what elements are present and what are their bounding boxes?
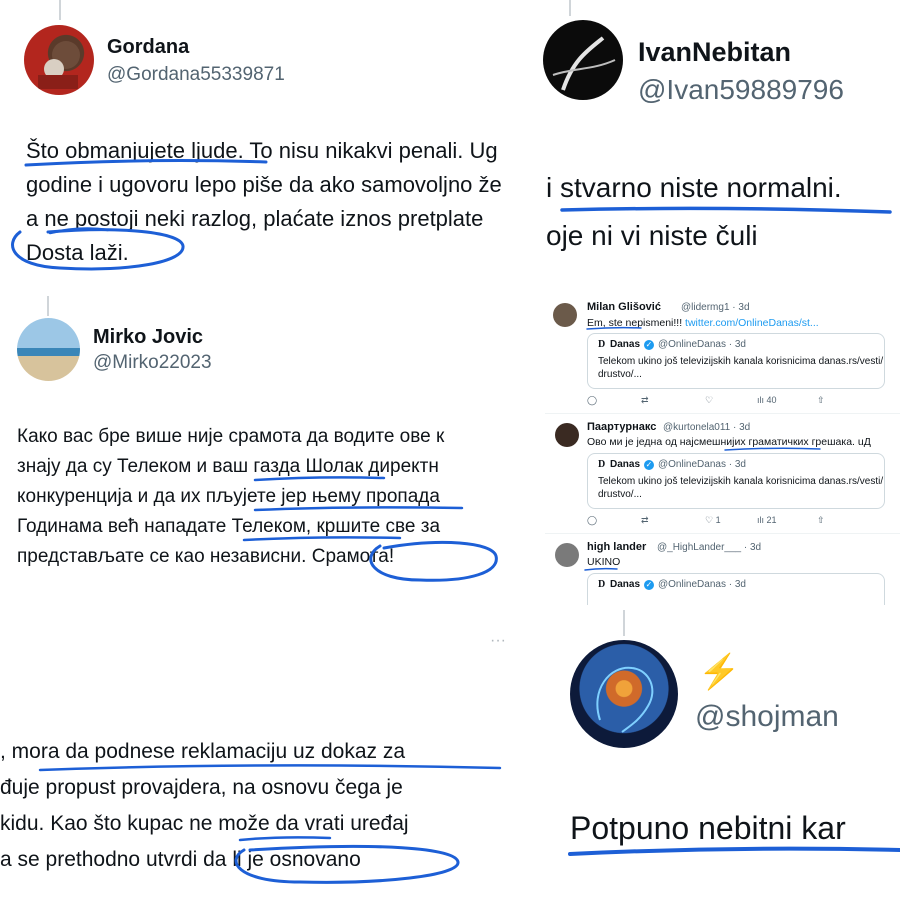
user-handle[interactable]: @Ivan59889796 (638, 74, 844, 106)
quote-text-line: Telekom ukino još televizijskih kanala k… (598, 476, 884, 487)
quoted-tweet[interactable]: D Danas ✓ @OnlineDanas · 3d Telekom ukin… (587, 333, 885, 389)
tweet-text-line: Годинама већ нападате Телеком, кршите св… (17, 516, 441, 537)
reply-author[interactable]: Milan Glišović (587, 301, 661, 313)
tweet-text-line: Dosta laži. (26, 240, 129, 265)
share-icon[interactable]: ⇧ (817, 515, 825, 526)
verified-badge-icon: ✓ (644, 340, 654, 350)
views-icon[interactable]: ılı 40 (757, 395, 777, 405)
avatar-image (552, 36, 616, 91)
views-count: 21 (766, 515, 777, 525)
danas-logo-icon: D (598, 579, 606, 590)
tweet-card-mirko-jovic: Mirko Jovic @Mirko22023 Како вас бре виш… (0, 290, 540, 600)
avatar[interactable] (555, 543, 579, 567)
avatar[interactable] (543, 20, 623, 100)
more-options-icon[interactable]: ··· (490, 632, 506, 650)
like-icon[interactable]: ♡ (705, 395, 713, 406)
avatar-image (596, 666, 654, 733)
thread-line (569, 0, 571, 16)
retweet-icon[interactable]: ⇄ (641, 515, 649, 526)
reply-icon[interactable]: ◯ (587, 515, 597, 526)
quote-handle-time: @OnlineDanas · 3d (658, 579, 746, 590)
quote-text-line: drustvo/... (598, 489, 642, 500)
avatar[interactable] (570, 640, 678, 748)
danas-logo-icon: D (598, 339, 606, 350)
tweet-text-line: Како вас бре више није срамота да водите… (17, 426, 445, 447)
reply-text: UKINO (587, 556, 621, 568)
tweet-text-line: a se prethodno utvrdi da li je osnovano (0, 848, 361, 871)
reply-handle-time[interactable]: @lidermg1 · 3d (681, 302, 750, 313)
display-name[interactable]: Mirko Jovic (93, 326, 203, 349)
tweet-card-shojman: ⚡ @shojman Potpuno nebitni kar (545, 610, 900, 900)
quote-handle-time: @OnlineDanas · 3d (658, 339, 746, 350)
avatar[interactable] (553, 303, 577, 327)
tweet-text-line: a ne postoji neki razlog, plaćate iznos … (26, 206, 484, 231)
user-handle[interactable]: @Gordana55339871 (107, 64, 285, 86)
divider (545, 413, 900, 414)
quoted-tweet[interactable]: D Danas ✓ @OnlineDanas · 3d (587, 573, 885, 605)
reply-thread: Milan Glišović @lidermg1 · 3d Em, ste ne… (545, 295, 900, 605)
divider (545, 533, 900, 534)
quote-text-line: Telekom ukino još televizijskih kanala k… (598, 356, 884, 367)
display-name[interactable]: IvanNebitan (638, 37, 791, 68)
tweet-text-line: представљате се као независни. Срамота! (17, 546, 395, 567)
tweet-text-line: oje ni vi niste čuli (546, 220, 758, 251)
share-icon[interactable]: ⇧ (817, 395, 825, 406)
avatar-image (38, 41, 80, 89)
thread-line (623, 610, 625, 636)
tweet-card-ivannebitan: IvanNebitan @Ivan59889796 i stvarno nist… (540, 0, 900, 290)
reply-text-content: Em, ste nepismeni!!! (587, 317, 686, 329)
retweet-icon[interactable]: ⇄ (641, 395, 649, 406)
reply-handle-time[interactable]: @_HighLander___ · 3d (657, 542, 761, 553)
avatar[interactable] (24, 25, 94, 95)
display-name[interactable]: Gordana (107, 36, 189, 59)
tweet-text-line: знају да су Телеком и ваш газда Шолак ди… (17, 456, 439, 477)
quote-text-line: drustvo/... (598, 369, 642, 380)
quote-author: Danas (610, 579, 641, 590)
views-icon[interactable]: ılı 21 (757, 515, 777, 525)
reply-link[interactable]: twitter.com/OnlineDanas/st... (685, 317, 819, 329)
reply-text: Em, ste nepismeni!!! twitter.com/OnlineD… (587, 317, 819, 329)
tweet-text-line: đuje propust provajdera, na osnovu čega … (0, 776, 403, 799)
quote-author: Danas (610, 459, 641, 470)
tweet-text-line: godine i ugovoru lepo piše da ako samovo… (26, 172, 502, 197)
avatar[interactable] (17, 318, 80, 381)
user-handle[interactable]: @Mirko22023 (93, 352, 212, 374)
tweet-text-line: Potpuno nebitni kar (570, 810, 846, 846)
user-handle[interactable]: @shojman (695, 700, 839, 734)
verified-badge-icon: ✓ (644, 580, 654, 590)
reply-author[interactable]: Паартурнакс (587, 421, 656, 433)
danas-logo-icon: D (598, 459, 606, 470)
tweet-card-reklamacija: ··· , mora da podnese reklamaciju uz dok… (0, 610, 540, 900)
verified-badge-icon: ✓ (644, 460, 654, 470)
quote-author: Danas (610, 339, 641, 350)
tweet-text-line: , mora da podnese reklamaciju uz dokaz z… (0, 740, 406, 763)
lightning-emoji-icon: ⚡ (698, 653, 741, 691)
reply-text: Ово ми је једна од најсмешнијих граматич… (587, 436, 871, 448)
tweet-text-line: i stvarno niste normalni. (546, 172, 842, 203)
reply-handle-time[interactable]: @kurtonela011 · 3d (663, 422, 750, 433)
avatar[interactable] (555, 423, 579, 447)
thread-line (59, 0, 61, 20)
quoted-tweet[interactable]: D Danas ✓ @OnlineDanas · 3d Telekom ukin… (587, 453, 885, 509)
views-count: 40 (766, 395, 777, 405)
tweet-text-line: Što obmanjujete ljude. To nisu nikakvi p… (26, 138, 498, 163)
reply-icon[interactable]: ◯ (587, 395, 597, 406)
reply-author[interactable]: high lander (587, 541, 646, 553)
likes-count: 1 (715, 515, 721, 525)
thread-line (47, 296, 49, 316)
tweet-card-gordana: Gordana @Gordana55339871 Što obmanjujete… (0, 0, 540, 290)
tweet-text-line: конкуренција и да их пљујете јер њему пр… (17, 486, 440, 507)
quote-handle-time: @OnlineDanas · 3d (658, 459, 746, 470)
tweet-text-line: kidu. Kao što kupac ne može da vrati ure… (0, 812, 409, 835)
like-icon[interactable]: ♡ 1 (705, 515, 721, 526)
